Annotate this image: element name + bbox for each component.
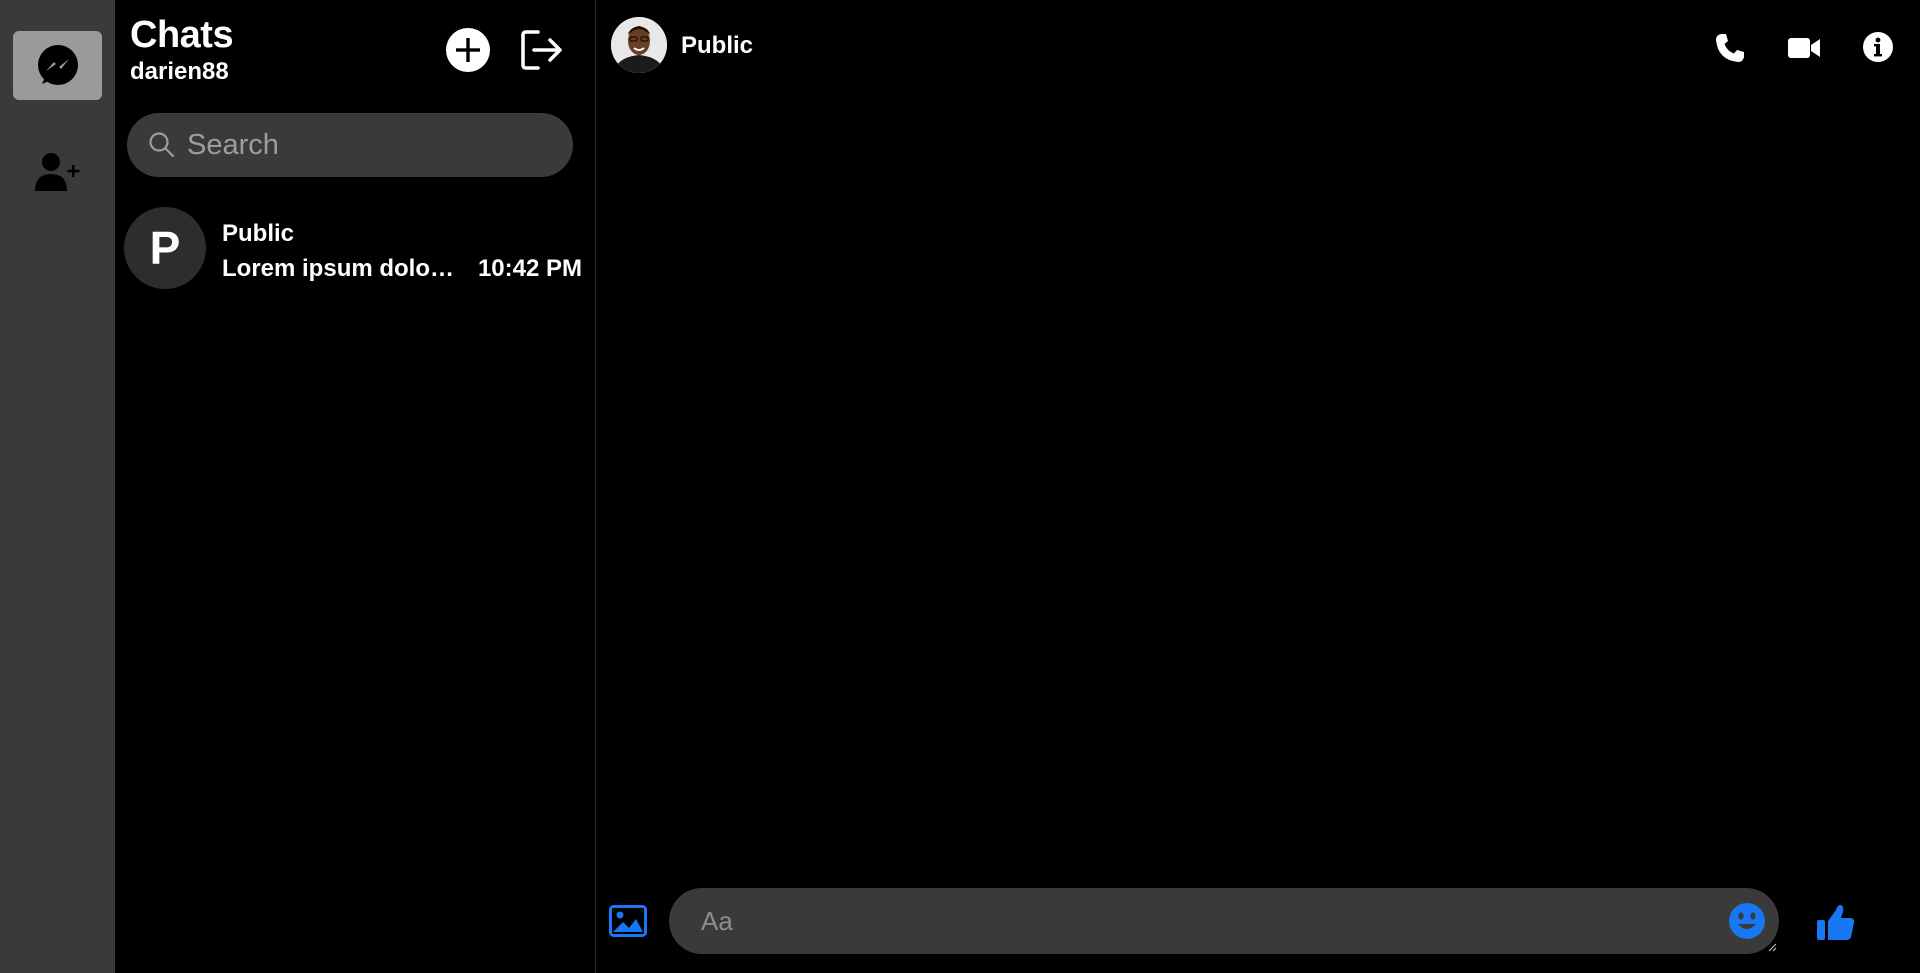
emoji-button[interactable] — [1727, 901, 1767, 941]
sign-out-icon — [521, 30, 562, 70]
thumbs-up-icon — [1817, 904, 1855, 940]
resize-handle-icon[interactable] — [1767, 942, 1777, 952]
search-icon — [149, 132, 175, 158]
conversation-title: Public — [681, 32, 754, 59]
conversation-pane: Public — [596, 0, 1920, 973]
send-like-button[interactable] — [1814, 900, 1858, 944]
contact-photo — [611, 17, 667, 73]
add-user-icon — [34, 152, 79, 191]
message-area — [596, 95, 1920, 880]
attach-image-button[interactable] — [608, 903, 648, 939]
search-input[interactable] — [185, 127, 549, 163]
emoji-icon — [1729, 903, 1765, 939]
chat-avatar: P — [124, 207, 206, 289]
message-input-wrapper — [669, 888, 1779, 954]
panel-title: Chats — [130, 14, 234, 56]
rail-item-add-contact[interactable] — [13, 137, 102, 206]
call-button[interactable] — [1712, 30, 1748, 66]
chat-list-item[interactable]: P Public Lorem ipsum dolor sit amet 10:4… — [115, 200, 595, 300]
conversation-header: Public — [596, 0, 1920, 95]
video-call-button[interactable] — [1786, 30, 1822, 66]
current-username: darien88 — [130, 58, 229, 85]
info-icon — [1863, 32, 1893, 62]
contact-avatar[interactable] — [611, 17, 667, 73]
logout-button[interactable] — [519, 27, 565, 73]
chat-timestamp: 10:42 PM — [477, 255, 582, 282]
messenger-app: Chats darien88 P Public Lore — [0, 0, 1920, 973]
plus-circle-icon — [446, 28, 490, 72]
message-input[interactable] — [699, 904, 1683, 938]
message-composer — [596, 880, 1920, 973]
new-chat-button[interactable] — [444, 26, 492, 74]
rail-item-chats[interactable] — [13, 31, 102, 100]
conversation-info-button[interactable] — [1861, 30, 1895, 64]
search-bar — [127, 113, 573, 177]
image-icon — [609, 905, 647, 937]
messenger-icon — [37, 44, 78, 85]
phone-icon — [1716, 34, 1744, 62]
chat-preview: Lorem ipsum dolor sit amet — [222, 255, 462, 282]
nav-rail — [0, 0, 115, 973]
chat-name: Public — [222, 220, 295, 247]
chats-panel: Chats darien88 P Public Lore — [115, 0, 596, 973]
video-icon — [1788, 38, 1820, 58]
